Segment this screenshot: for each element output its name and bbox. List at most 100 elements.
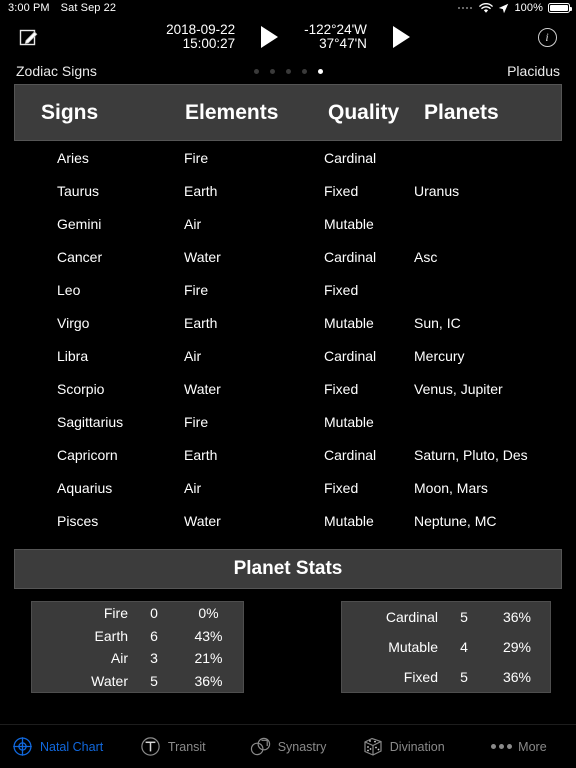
stat-name: Fixed — [403, 669, 438, 685]
element-stats-box: Fire 0 0% Earth 6 43% Air 3 21% Water 5 … — [31, 601, 244, 693]
stat-row: Air 3 21% — [32, 647, 243, 670]
page-dot-1[interactable] — [253, 68, 259, 74]
toolbar-time: 15:00:27 — [182, 36, 236, 51]
toolbar-latitude: 37°47'N — [319, 36, 367, 51]
cell-element: Fire — [184, 413, 209, 430]
cell-sign: Aquarius — [57, 479, 113, 496]
page-dot-5[interactable] — [317, 68, 323, 74]
info-circle-icon: i — [537, 27, 557, 47]
cell-quality: Cardinal — [324, 149, 377, 166]
toolbar-date: 2018-09-22 — [166, 21, 236, 37]
stat-count: 3 — [150, 650, 158, 667]
cell-sign: Aries — [57, 149, 89, 166]
natal-chart-crosshair-icon — [12, 736, 34, 758]
cell-planets: Venus, Jupiter — [414, 380, 503, 397]
compose-edit-icon[interactable] — [14, 22, 44, 52]
stat-count: 5 — [150, 672, 158, 689]
cell-quality: Mutable — [324, 215, 374, 232]
table-row[interactable]: Aries Fire Cardinal — [14, 141, 562, 174]
cell-quality: Mutable — [324, 413, 374, 430]
table-row[interactable]: Libra Air Cardinal Mercury — [14, 339, 562, 372]
cell-planets: Moon, Mars — [414, 479, 488, 496]
cell-element: Fire — [184, 149, 209, 166]
stat-row: Fixed 5 36% — [342, 662, 550, 692]
datetime-display[interactable]: 2018-09-22 15:00:27 — [166, 21, 236, 52]
quality-stats-box: Cardinal 5 36% Mutable 4 29% Fixed 5 36% — [341, 601, 551, 693]
play-location-button[interactable] — [392, 26, 410, 48]
column-header-signs: Signs — [41, 100, 99, 124]
stat-percent: 29% — [502, 639, 532, 655]
cell-sign: Gemini — [57, 215, 102, 232]
status-bar: 3:00 PM Sat Sep 22 100% — [0, 0, 576, 16]
table-row[interactable]: Taurus Earth Fixed Uranus — [14, 174, 562, 207]
table-row[interactable]: Scorpio Water Fixed Venus, Jupiter — [14, 372, 562, 405]
cell-quality: Cardinal — [324, 446, 377, 463]
stat-percent: 21% — [194, 650, 223, 667]
cell-element: Air — [184, 347, 202, 364]
zodiac-table: Signs Elements Quality Planets Aries Fir… — [0, 84, 576, 537]
tab-divination[interactable]: Divination — [346, 725, 461, 768]
transit-t-circle-icon — [140, 736, 162, 758]
stat-percent: 36% — [194, 672, 223, 689]
location-arrow-icon — [499, 3, 509, 13]
tab-label: Transit — [167, 739, 206, 754]
table-row[interactable]: Gemini Air Mutable — [14, 207, 562, 240]
stat-percent: 36% — [502, 669, 532, 685]
stat-percent: 36% — [502, 609, 532, 625]
tab-natal-chart[interactable]: Natal Chart — [0, 725, 115, 768]
cell-sign: Sagittarius — [57, 413, 124, 430]
battery-percent: 100% — [514, 2, 543, 14]
cell-planets: Uranus — [414, 182, 460, 199]
more-dots-icon — [490, 736, 512, 758]
toolbar-center-controls: 2018-09-22 15:00:27 -122°24'W 37°47'N — [0, 16, 576, 58]
cell-element: Earth — [184, 446, 218, 463]
planet-stats-title: Planet Stats — [233, 558, 343, 579]
stat-row: Water 5 36% — [32, 670, 243, 693]
status-bar-left: 3:00 PM Sat Sep 22 — [8, 2, 116, 14]
info-button[interactable]: i — [532, 22, 562, 52]
cell-sign: Cancer — [57, 248, 103, 265]
cell-planets: Sun, IC — [414, 314, 461, 331]
cell-quality: Fixed — [324, 479, 359, 496]
page-dot-3[interactable] — [285, 68, 291, 74]
table-row[interactable]: Capricorn Earth Cardinal Saturn, Pluto, … — [14, 438, 562, 471]
page-dot-2[interactable] — [269, 68, 275, 74]
status-date: Sat Sep 22 — [60, 2, 117, 14]
table-row[interactable]: Aquarius Air Fixed Moon, Mars — [14, 471, 562, 504]
cell-planets: Saturn, Pluto, Des — [414, 446, 528, 463]
synastry-two-circles-icon — [250, 736, 272, 758]
stat-count: 4 — [460, 639, 468, 655]
coordinates-display[interactable]: -122°24'W 37°47'N — [304, 22, 367, 52]
cell-planets: Mercury — [414, 347, 465, 364]
cell-quality: Fixed — [324, 281, 359, 298]
cell-quality: Mutable — [324, 314, 374, 331]
tab-synastry[interactable]: Synastry — [230, 725, 345, 768]
cell-element: Air — [184, 479, 202, 496]
table-row[interactable]: Leo Fire Fixed — [14, 273, 562, 306]
page-dot-4[interactable] — [301, 68, 307, 74]
stat-row: Fire 0 0% — [32, 602, 243, 625]
cell-sign: Scorpio — [57, 380, 105, 397]
status-bar-right: 100% — [458, 2, 572, 14]
house-system-label: Placidus — [507, 63, 560, 79]
tab-more[interactable]: More — [461, 725, 576, 768]
play-time-button[interactable] — [261, 26, 279, 48]
cell-sign: Capricorn — [57, 446, 118, 463]
cell-quality: Mutable — [324, 512, 374, 529]
stat-row: Cardinal 5 36% — [342, 602, 550, 632]
stat-name: Fire — [103, 605, 128, 622]
stat-name: Air — [110, 650, 128, 667]
status-time: 3:00 PM — [8, 2, 50, 14]
tab-label: Divination — [389, 739, 445, 754]
tab-label: Synastry — [277, 739, 327, 754]
table-row[interactable]: Pisces Water Mutable Neptune, MC — [14, 504, 562, 537]
tab-transit[interactable]: Transit — [115, 725, 230, 768]
table-row[interactable]: Sagittarius Fire Mutable — [14, 405, 562, 438]
stat-name: Water — [91, 672, 128, 689]
table-row[interactable]: Virgo Earth Mutable Sun, IC — [14, 306, 562, 339]
cell-element: Water — [184, 380, 221, 397]
table-row[interactable]: Cancer Water Cardinal Asc — [14, 240, 562, 273]
stat-count: 6 — [150, 627, 158, 644]
wifi-icon — [479, 2, 494, 13]
cell-quality: Cardinal — [324, 347, 377, 364]
